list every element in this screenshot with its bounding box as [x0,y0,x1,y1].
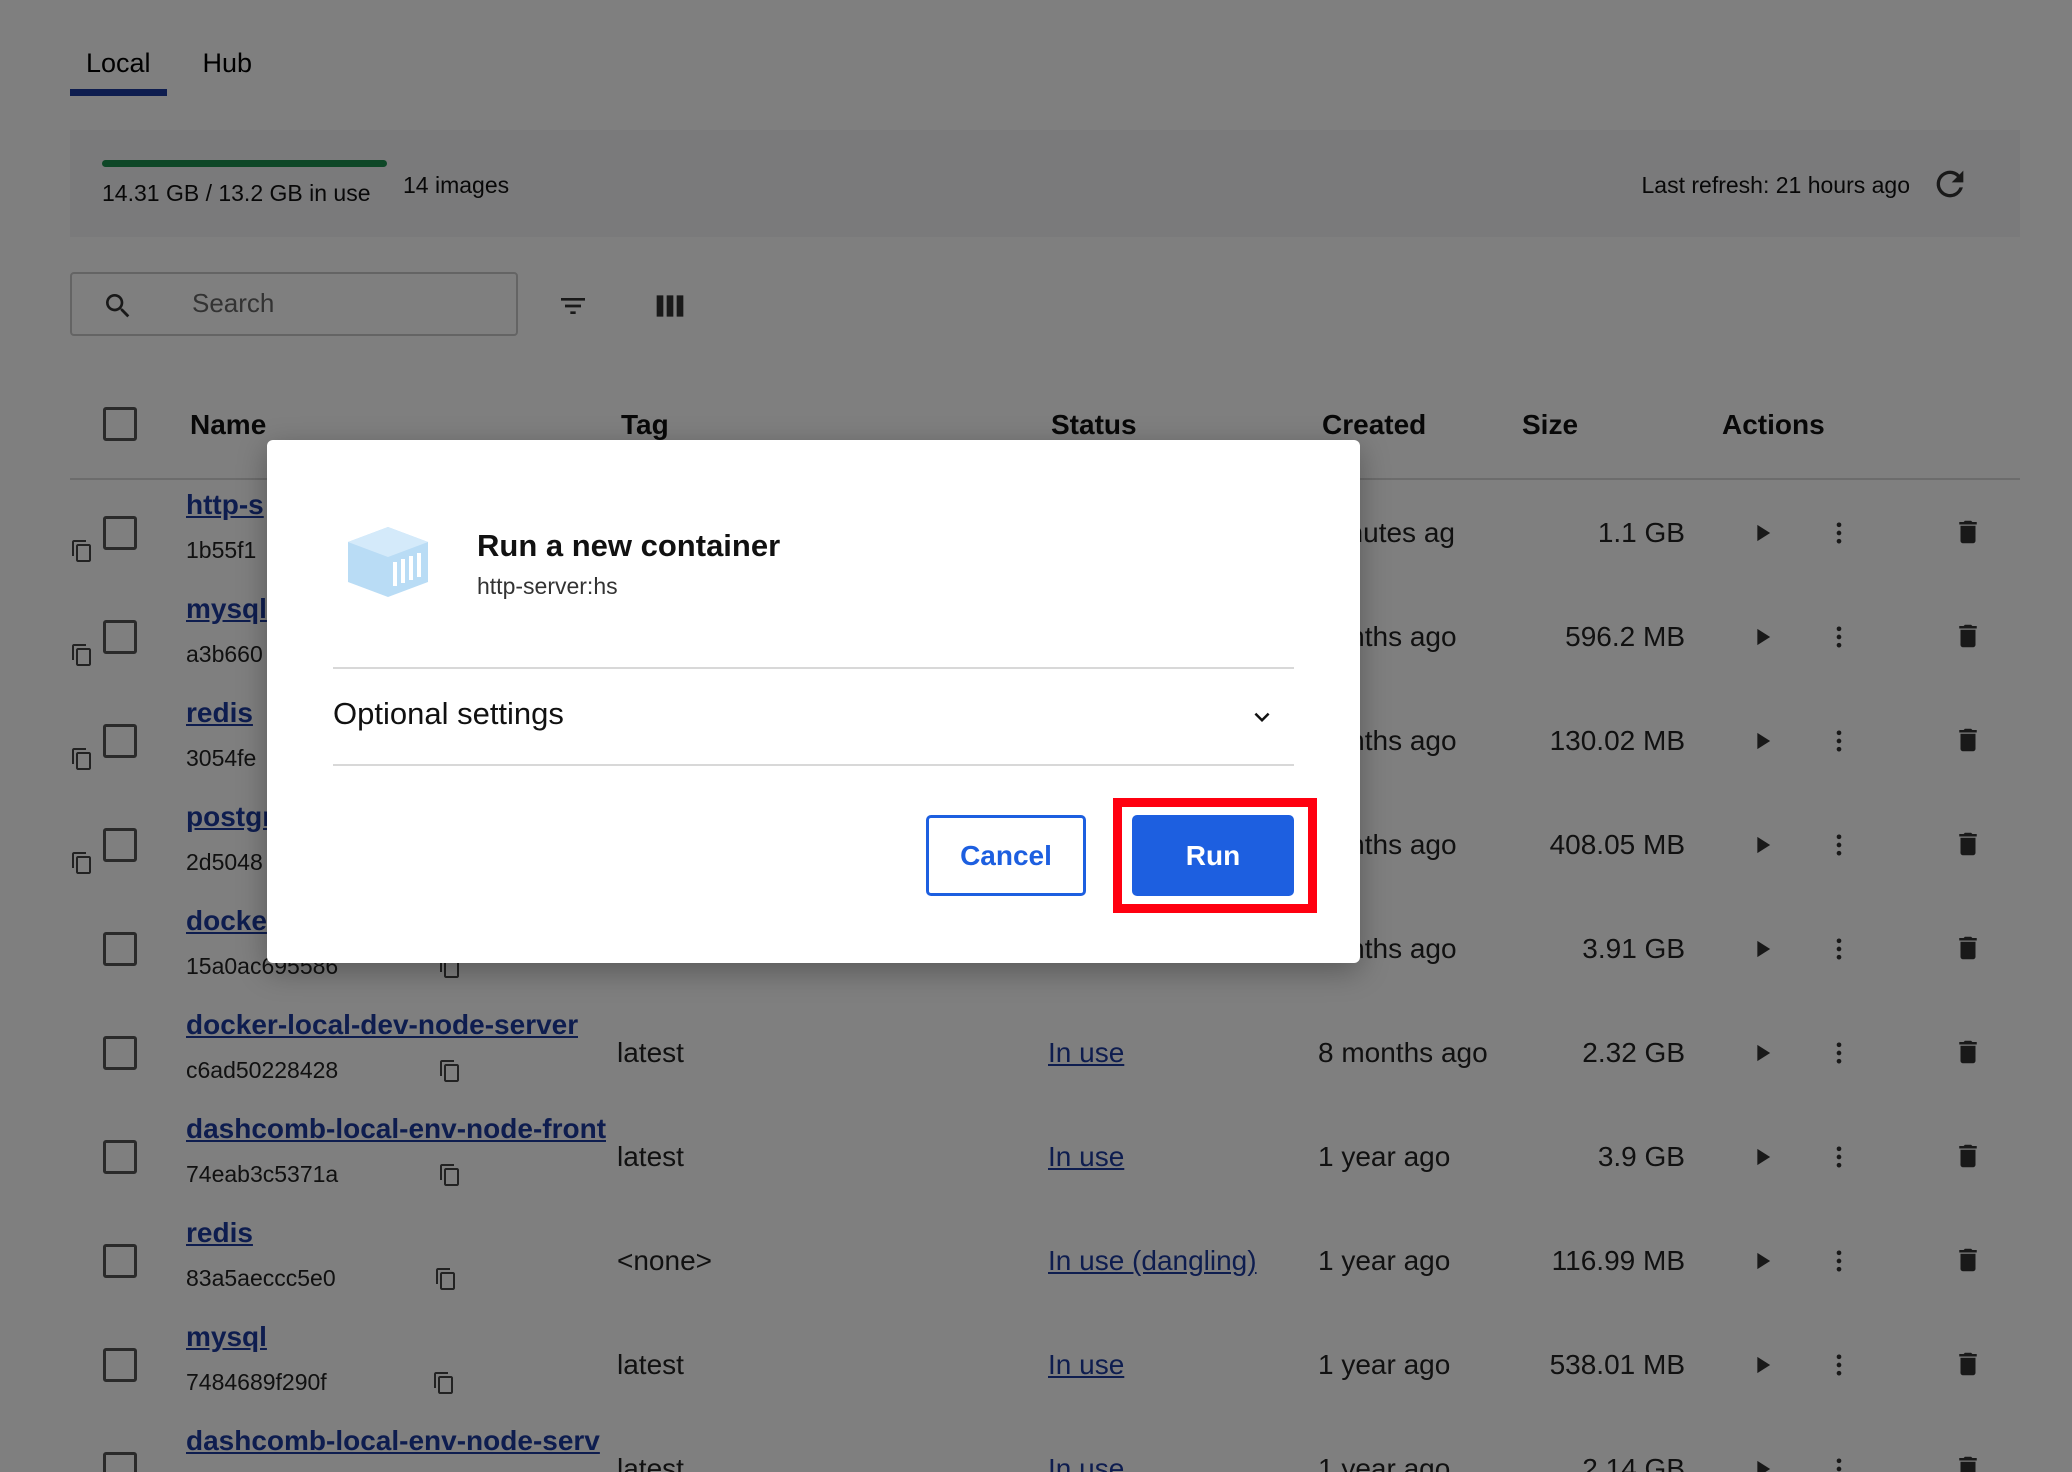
run-button[interactable]: Run [1132,815,1294,896]
chevron-down-icon[interactable] [1247,702,1277,732]
divider [333,764,1294,766]
cancel-button[interactable]: Cancel [926,815,1086,896]
optional-settings-toggle[interactable]: Optional settings [333,696,564,732]
dialog-subtitle: http-server:hs [477,573,618,599]
dialog-title: Run a new container [477,528,781,563]
divider [333,667,1294,669]
run-container-dialog: Run a new container http-server:hs Optio… [267,440,1360,963]
container-icon [348,527,428,597]
